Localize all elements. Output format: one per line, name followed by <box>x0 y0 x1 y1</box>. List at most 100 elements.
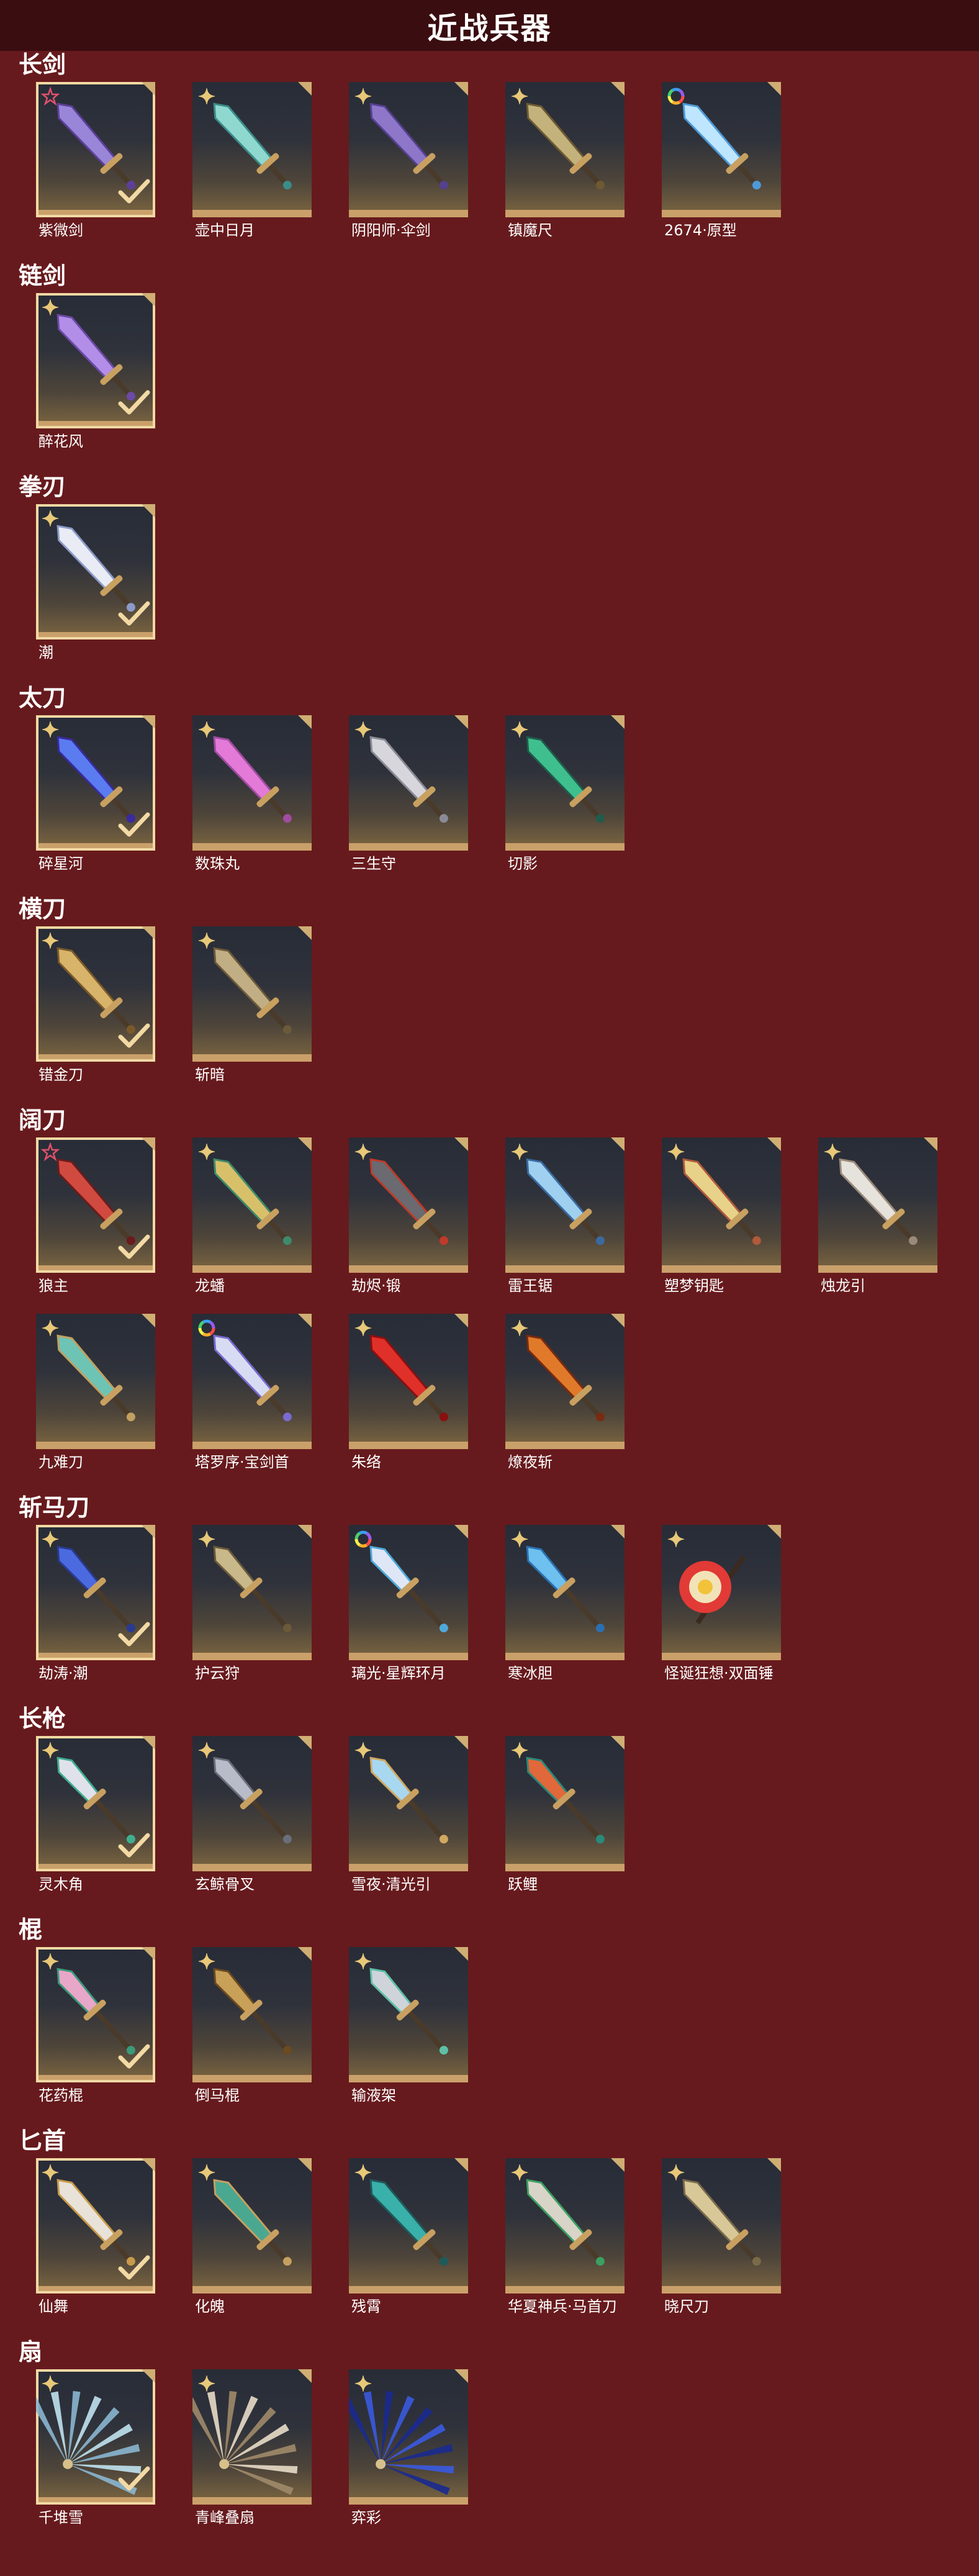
corner-tab-icon <box>298 2369 312 2383</box>
weapon-card[interactable]: 劫涛·潮 <box>36 1525 155 1682</box>
weapon-card[interactable]: 残霄 <box>349 2158 468 2315</box>
weapon-thumbnail[interactable] <box>505 82 625 217</box>
weapon-thumbnail[interactable] <box>662 1525 781 1660</box>
weapon-card[interactable]: 塑梦钥匙 <box>662 1137 781 1295</box>
weapon-name: 朱络 <box>351 1453 381 1471</box>
weapon-thumbnail[interactable] <box>36 293 155 428</box>
weapon-card[interactable]: 华夏神兵·马首刀 <box>505 2158 625 2315</box>
weapon-card[interactable]: 输液架 <box>349 1947 468 2104</box>
weapon-thumbnail[interactable] <box>36 1525 155 1660</box>
weapon-card[interactable]: 壶中日月 <box>192 82 312 239</box>
weapon-thumbnail[interactable] <box>36 1137 155 1273</box>
rainbow-ring-icon <box>667 88 685 105</box>
weapon-thumbnail[interactable] <box>192 1314 312 1449</box>
weapon-thumbnail[interactable] <box>349 1525 468 1660</box>
check-icon <box>118 390 150 415</box>
weapon-thumbnail[interactable] <box>192 1137 312 1273</box>
weapon-card[interactable]: 紫微剑 <box>36 82 155 239</box>
weapon-thumbnail[interactable] <box>36 1947 155 2082</box>
weapon-thumbnail[interactable] <box>505 715 625 851</box>
weapon-card[interactable]: 寒冰胆 <box>505 1525 625 1682</box>
weapon-thumbnail[interactable] <box>505 1736 625 1871</box>
weapon-card[interactable]: 雷王锯 <box>505 1137 625 1295</box>
weapon-thumbnail[interactable] <box>36 504 155 639</box>
weapon-card[interactable]: 青峰叠扇 <box>192 2369 312 2526</box>
weapon-card[interactable]: 护云狩 <box>192 1525 312 1682</box>
weapon-card[interactable]: 碎星河 <box>36 715 155 872</box>
weapon-thumbnail[interactable] <box>192 1736 312 1871</box>
gold-star-icon <box>511 1319 528 1337</box>
weapon-thumbnail[interactable] <box>36 1314 155 1449</box>
weapon-card[interactable]: 晓尺刀 <box>662 2158 781 2315</box>
weapon-thumbnail[interactable] <box>662 2158 781 2294</box>
category-title: 太刀 <box>19 684 66 712</box>
weapon-name: 璃光·星辉环月 <box>351 1665 446 1682</box>
weapon-card[interactable]: 化魄 <box>192 2158 312 2315</box>
weapon-thumbnail[interactable] <box>192 2369 312 2505</box>
weapon-thumbnail[interactable] <box>505 2158 625 2294</box>
gold-star-icon <box>354 1143 372 1160</box>
weapon-card[interactable]: 怪诞狂想·双面锤 <box>662 1525 781 1682</box>
weapon-card[interactable]: 2674·原型 <box>662 82 781 239</box>
weapon-thumbnail[interactable] <box>349 2158 468 2294</box>
weapon-card[interactable]: 玄鲸骨叉 <box>192 1736 312 1893</box>
weapon-thumbnail[interactable] <box>349 82 468 217</box>
weapon-thumbnail[interactable] <box>349 715 468 851</box>
weapon-thumbnail[interactable] <box>192 715 312 851</box>
weapon-thumbnail[interactable] <box>505 1525 625 1660</box>
weapon-card[interactable]: 仙舞 <box>36 2158 155 2315</box>
weapon-card[interactable]: 弈彩 <box>349 2369 468 2526</box>
weapon-thumbnail[interactable] <box>662 1137 781 1273</box>
weapon-card[interactable]: 三生守 <box>349 715 468 872</box>
weapon-card[interactable]: 跃鲤 <box>505 1736 625 1893</box>
gold-star-icon <box>511 2164 528 2181</box>
weapon-thumbnail[interactable] <box>349 1947 468 2082</box>
weapon-thumbnail[interactable] <box>36 1736 155 1871</box>
weapon-thumbnail[interactable] <box>36 2158 155 2294</box>
weapon-thumbnail[interactable] <box>36 715 155 851</box>
weapon-thumbnail[interactable] <box>192 2158 312 2294</box>
weapon-card[interactable]: 朱络 <box>349 1314 468 1471</box>
corner-tab-icon <box>454 1736 468 1750</box>
weapon-thumbnail[interactable] <box>192 1947 312 2082</box>
weapon-card[interactable]: 切影 <box>505 715 625 872</box>
weapon-thumbnail[interactable] <box>36 926 155 1062</box>
weapon-card[interactable]: 花药棍 <box>36 1947 155 2104</box>
weapon-card[interactable]: 阴阳师·伞剑 <box>349 82 468 239</box>
weapon-card[interactable]: 醉花风 <box>36 293 155 450</box>
weapon-card[interactable]: 璃光·星辉环月 <box>349 1525 468 1682</box>
weapon-card[interactable]: 潮 <box>36 504 155 661</box>
weapon-card[interactable]: 数珠丸 <box>192 715 312 872</box>
weapon-card[interactable]: 斩暗 <box>192 926 312 1083</box>
weapon-thumbnail[interactable] <box>349 2369 468 2505</box>
weapon-name: 九难刀 <box>38 1453 83 1471</box>
weapon-card[interactable]: 雪夜·清光引 <box>349 1736 468 1893</box>
weapon-card[interactable]: 九难刀 <box>36 1314 155 1471</box>
weapon-name: 化魄 <box>195 2298 225 2315</box>
weapon-card[interactable]: 塔罗序·宝剑首 <box>192 1314 312 1471</box>
weapon-card[interactable]: 劫烬·锻 <box>349 1137 468 1295</box>
weapon-thumbnail[interactable] <box>349 1736 468 1871</box>
weapon-card[interactable]: 狼主 <box>36 1137 155 1295</box>
weapon-thumbnail[interactable] <box>505 1314 625 1449</box>
weapon-card[interactable]: 龙蟠 <box>192 1137 312 1295</box>
weapon-card[interactable]: 千堆雪 <box>36 2369 155 2526</box>
weapon-card[interactable]: 错金刀 <box>36 926 155 1083</box>
weapon-thumbnail[interactable] <box>818 1137 937 1273</box>
weapon-thumbnail[interactable] <box>192 1525 312 1660</box>
weapon-thumbnail[interactable] <box>192 82 312 217</box>
weapon-name: 三生守 <box>351 855 396 872</box>
weapon-thumbnail[interactable] <box>349 1314 468 1449</box>
weapon-card[interactable]: 倒马棍 <box>192 1947 312 2104</box>
weapon-card[interactable]: 镇魔尺 <box>505 82 625 239</box>
category-title: 棍 <box>19 1916 43 1943</box>
weapon-thumbnail[interactable] <box>662 82 781 217</box>
weapon-thumbnail[interactable] <box>505 1137 625 1273</box>
weapon-thumbnail[interactable] <box>36 2369 155 2505</box>
weapon-card[interactable]: 燎夜斩 <box>505 1314 625 1471</box>
weapon-thumbnail[interactable] <box>349 1137 468 1273</box>
weapon-thumbnail[interactable] <box>36 82 155 217</box>
weapon-thumbnail[interactable] <box>192 926 312 1062</box>
weapon-card[interactable]: 烛龙引 <box>818 1137 937 1295</box>
weapon-card[interactable]: 灵木角 <box>36 1736 155 1893</box>
